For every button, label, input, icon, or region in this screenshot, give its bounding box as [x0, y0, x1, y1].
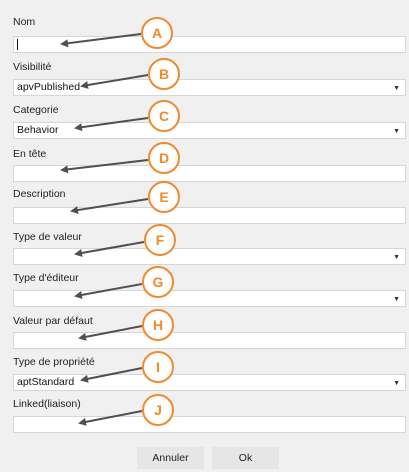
en-tete-input[interactable]: [13, 165, 406, 182]
label-type-d-editeur: Type d'éditeur: [13, 272, 79, 284]
dropdown-arrow-icon[interactable]: ▼: [393, 250, 400, 265]
valeur-par-defaut-input[interactable]: [13, 332, 406, 349]
categorie-select[interactable]: Behavior ▼: [13, 122, 406, 139]
type-d-editeur-select[interactable]: ▼: [13, 290, 406, 307]
label-visibilite: Visibilité: [13, 61, 52, 73]
label-linked: Linked(liaison): [13, 398, 81, 410]
dropdown-arrow-icon[interactable]: ▼: [393, 81, 400, 96]
dropdown-arrow-icon[interactable]: ▼: [393, 292, 400, 307]
categorie-value: Behavior: [17, 124, 59, 136]
label-en-tete: En tête: [13, 148, 47, 160]
nom-input[interactable]: [13, 36, 406, 53]
visibilite-value: apvPublished: [17, 81, 81, 93]
dropdown-arrow-icon[interactable]: ▼: [393, 376, 400, 391]
type-de-propriete-select[interactable]: aptStandard ▼: [13, 374, 406, 391]
property-form: Nom Visibilité apvPublished ▼ Categorie …: [0, 0, 409, 472]
label-type-de-propriete: Type de propriété: [13, 356, 95, 368]
label-valeur-par-defaut: Valeur par défaut: [13, 315, 93, 327]
label-type-de-valeur: Type de valeur: [13, 231, 82, 243]
description-input[interactable]: [13, 207, 406, 224]
linked-input[interactable]: [13, 416, 406, 433]
type-de-valeur-select[interactable]: ▼: [13, 248, 406, 265]
visibilite-select[interactable]: apvPublished ▼: [13, 79, 406, 96]
label-nom: Nom: [13, 16, 36, 28]
dropdown-arrow-icon[interactable]: ▼: [393, 124, 400, 139]
text-caret: [17, 39, 18, 50]
cancel-button[interactable]: Annuler: [137, 447, 204, 469]
label-description: Description: [13, 188, 66, 200]
ok-button[interactable]: Ok: [212, 447, 279, 469]
label-categorie: Categorie: [13, 104, 59, 116]
type-de-propriete-value: aptStandard: [17, 376, 75, 388]
